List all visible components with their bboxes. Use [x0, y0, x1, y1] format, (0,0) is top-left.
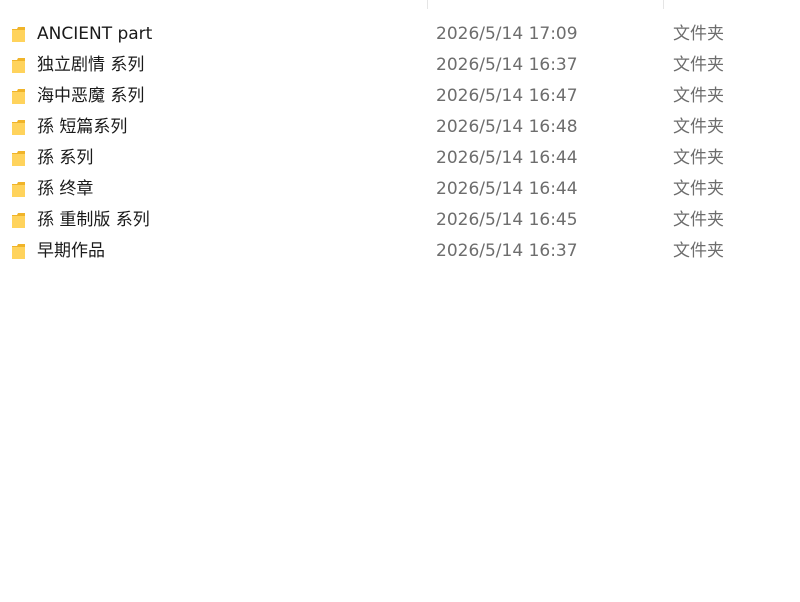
folder-icon [12, 213, 25, 228]
folder-row[interactable]: 孫 重制版 系列 2026/5/14 16:45 文件夹 [0, 204, 800, 235]
folder-name[interactable]: 海中恶魔 系列 [37, 86, 144, 106]
folder-icon [12, 27, 25, 42]
date-modified: 2026/5/14 16:45 [436, 210, 578, 230]
folder-icon [12, 120, 25, 135]
folder-name[interactable]: ANCIENT part [37, 24, 152, 44]
folder-row[interactable]: ANCIENT part 2026/5/14 17:09 文件夹 [0, 18, 800, 49]
item-type: 文件夹 [673, 24, 724, 44]
folder-icon [12, 151, 25, 166]
folder-row[interactable]: 孫 短篇系列 2026/5/14 16:48 文件夹 [0, 111, 800, 142]
date-modified: 2026/5/14 16:44 [436, 148, 578, 168]
folder-row[interactable]: 海中恶魔 系列 2026/5/14 16:47 文件夹 [0, 80, 800, 111]
item-type: 文件夹 [673, 179, 724, 199]
folder-name[interactable]: 孫 重制版 系列 [37, 210, 150, 230]
folder-icon [12, 182, 25, 197]
item-type: 文件夹 [673, 148, 724, 168]
folder-icon [12, 244, 25, 259]
folder-row[interactable]: 孫 终章 2026/5/14 16:44 文件夹 [0, 173, 800, 204]
folder-row[interactable]: 早期作品 2026/5/14 16:37 文件夹 [0, 235, 800, 266]
folder-name[interactable]: 独立剧情 系列 [37, 55, 144, 75]
item-type: 文件夹 [673, 117, 724, 137]
folder-row[interactable]: 独立剧情 系列 2026/5/14 16:37 文件夹 [0, 49, 800, 80]
date-modified: 2026/5/14 16:47 [436, 86, 578, 106]
date-modified: 2026/5/14 17:09 [436, 24, 578, 44]
folder-name[interactable]: 孫 短篇系列 [37, 117, 127, 137]
folder-icon [12, 58, 25, 73]
item-type: 文件夹 [673, 86, 724, 106]
folder-name[interactable]: 孫 终章 [37, 179, 93, 199]
folder-name[interactable]: 孫 系列 [37, 148, 93, 168]
date-modified: 2026/5/14 16:37 [436, 241, 578, 261]
date-modified: 2026/5/14 16:48 [436, 117, 578, 137]
column-divider[interactable] [427, 0, 428, 9]
date-modified: 2026/5/14 16:44 [436, 179, 578, 199]
date-modified: 2026/5/14 16:37 [436, 55, 578, 75]
file-list: ANCIENT part 2026/5/14 17:09 文件夹 独立剧情 系列… [0, 0, 800, 602]
item-type: 文件夹 [673, 241, 724, 261]
folder-row[interactable]: 孫 系列 2026/5/14 16:44 文件夹 [0, 142, 800, 173]
folder-name[interactable]: 早期作品 [37, 241, 105, 261]
folder-icon [12, 89, 25, 104]
item-type: 文件夹 [673, 210, 724, 230]
item-type: 文件夹 [673, 55, 724, 75]
column-divider[interactable] [663, 0, 664, 9]
